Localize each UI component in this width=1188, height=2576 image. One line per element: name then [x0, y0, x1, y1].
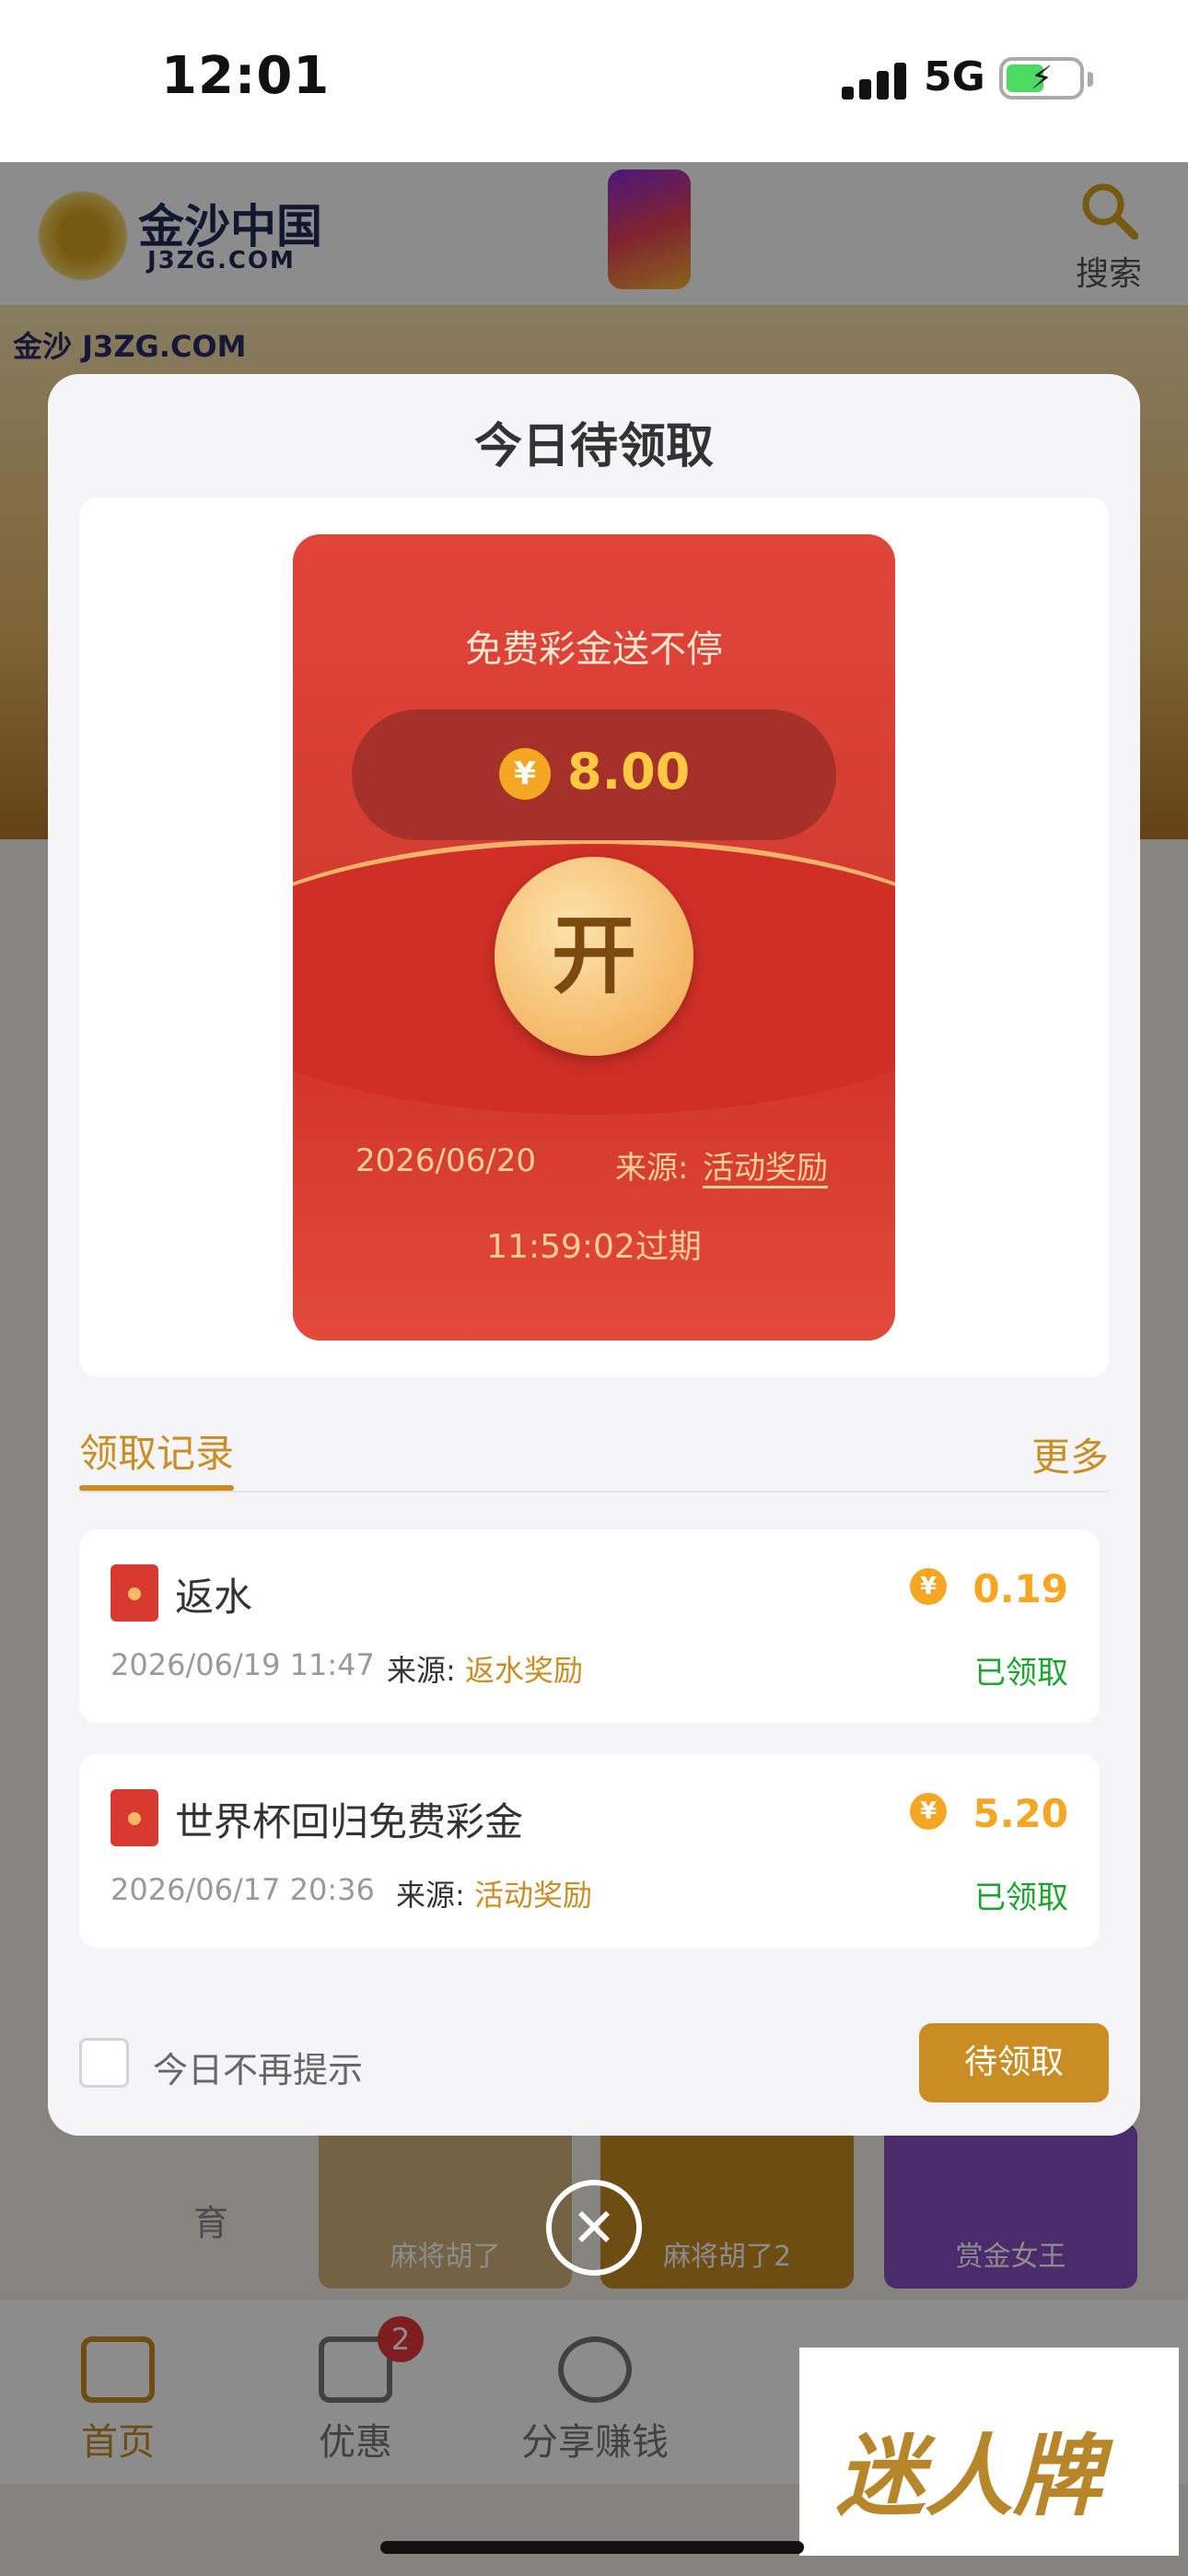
more-link[interactable]: 更多: [1031, 1426, 1109, 1482]
record-amount: 0.19: [973, 1566, 1068, 1611]
record-title: 世界杯回归免费彩金: [175, 1799, 524, 1844]
watermark-text: 迷人牌: [836, 2425, 1101, 2528]
tab-active-indicator: [79, 1485, 234, 1491]
record-source-value: 返水奖励: [464, 1653, 583, 1688]
open-envelope-button[interactable]: 开: [495, 857, 693, 1056]
record-amount: 5.20: [973, 1791, 1068, 1836]
red-packet-card: 免费彩金送不停 ¥ 8.00 开 2026/06/20 来源: 活动奖励 11:…: [79, 498, 1109, 1377]
battery-icon: ⚡: [999, 57, 1093, 100]
network-type: 5G: [924, 53, 985, 100]
envelope-amount-value: 8.00: [567, 743, 691, 801]
envelope-date: 2026/06/20: [355, 1142, 536, 1179]
record-title: 返水: [175, 1575, 253, 1620]
red-envelope[interactable]: 免费彩金送不停 ¥ 8.00 开 2026/06/20 来源: 活动奖励 11:…: [293, 534, 895, 1341]
signal-icon: [842, 61, 906, 100]
record-date: 2026/06/19 11:47: [111, 1647, 375, 1682]
envelope-expiry: 11:59:02过期: [486, 1228, 702, 1266]
record-source-label: 来源:: [387, 1653, 456, 1688]
record-date: 2026/06/17 20:36: [111, 1872, 375, 1907]
pending-claim-button[interactable]: 待领取: [919, 2023, 1109, 2102]
record-source-label: 来源:: [396, 1878, 465, 1913]
record-item[interactable]: 返水 ¥ 0.19 2026/06/19 11:47 来源: 返水奖励 已领取: [79, 1529, 1100, 1723]
yuan-coin-icon: ¥: [910, 1568, 947, 1605]
watermark-logo: 迷人牌: [799, 2348, 1179, 2556]
envelope-source-label: 来源:: [615, 1150, 689, 1187]
dont-show-today-checkbox[interactable]: [79, 2038, 129, 2088]
record-status: 已领取: [974, 1879, 1068, 1916]
home-indicator[interactable]: [380, 2541, 804, 2554]
yuan-coin-icon: ¥: [910, 1793, 947, 1830]
envelope-amount: ¥ 8.00: [352, 709, 836, 840]
modal-title: 今日待领取: [473, 419, 714, 474]
close-modal-button[interactable]: ✕: [546, 2180, 642, 2276]
record-status: 已领取: [974, 1655, 1068, 1692]
modal-footer: 今日不再提示 待领取: [48, 1986, 1140, 2136]
status-time: 12:01: [161, 46, 331, 106]
envelope-source-link[interactable]: 活动奖励: [703, 1142, 828, 1188]
red-packet-modal: 今日待领取 免费彩金送不停 ¥ 8.00 开 2026/06/20 来源: 活动…: [48, 374, 1140, 2136]
red-packet-icon: [111, 1789, 158, 1846]
record-source-value: 活动奖励: [473, 1878, 592, 1913]
yuan-coin-icon: ¥: [499, 748, 551, 800]
red-packet-icon: [111, 1564, 158, 1622]
tab-claim-records[interactable]: 领取记录: [79, 1423, 234, 1479]
dont-show-today-label[interactable]: 今日不再提示: [153, 2042, 363, 2092]
close-icon: ✕: [571, 2196, 617, 2259]
status-bar: 12:01 5G ⚡: [0, 0, 1188, 162]
record-item[interactable]: 世界杯回归免费彩金 ¥ 5.20 2026/06/17 20:36 来源: 活动…: [79, 1754, 1100, 1948]
envelope-slogan: 免费彩金送不停: [465, 628, 723, 671]
record-source: 来源: 返水奖励: [387, 1647, 583, 1690]
records-tabs: 领取记录 更多: [79, 1400, 1109, 1493]
record-source: 来源: 活动奖励: [396, 1872, 592, 1914]
